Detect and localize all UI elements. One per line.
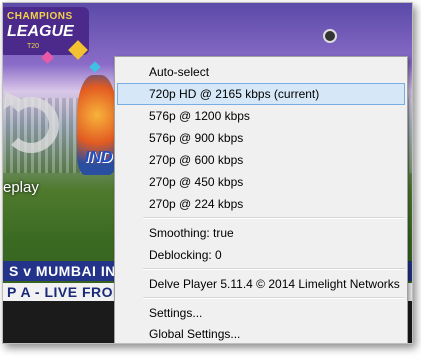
replay-label[interactable]: eplay <box>3 179 39 196</box>
menu-item-270p-450[interactable]: 270p @ 450 kbps <box>117 171 405 193</box>
player-logo-icon <box>323 29 337 43</box>
screenshot-frame: CHAMPIONS LEAGUE T20 IND eplay S v MUMBA… <box>2 2 413 344</box>
menu-item-settings[interactable]: Settings... <box>117 302 405 324</box>
menu-separator <box>143 217 405 219</box>
context-menu: Auto-select 720p HD @ 2165 kbps (current… <box>114 56 408 343</box>
menu-item-270p-224[interactable]: 270p @ 224 kbps <box>117 193 405 215</box>
menu-item-about-player[interactable]: Delve Player 5.11.4 © 2014 Limelight Net… <box>117 273 405 295</box>
ticker-bottom-text: P A - LIVE FROM <box>7 284 126 300</box>
sparkle-icon <box>89 61 101 73</box>
menu-item-global-settings[interactable]: Global Settings... <box>117 323 405 343</box>
league-logo-line3: T20 <box>27 43 40 50</box>
menu-item-270p-600[interactable]: 270p @ 600 kbps <box>117 149 405 171</box>
menu-item-576p-900[interactable]: 576p @ 900 kbps <box>117 127 405 149</box>
league-logo-line1: CHAMPIONS <box>7 11 73 22</box>
menu-item-576p-1200[interactable]: 576p @ 1200 kbps <box>117 105 405 127</box>
menu-item-deblocking[interactable]: Deblocking: 0 <box>117 244 405 266</box>
team-logo-text: IND <box>85 149 113 166</box>
league-logo-line2: LEAGUE <box>7 23 74 40</box>
replay-icon[interactable] <box>3 97 59 153</box>
menu-item-720p[interactable]: 720p HD @ 2165 kbps (current) <box>117 83 405 105</box>
menu-item-smoothing[interactable]: Smoothing: true <box>117 222 405 244</box>
menu-separator <box>143 268 405 270</box>
ticker-top-text: S v MUMBAI IN <box>9 263 116 279</box>
menu-separator <box>143 297 405 299</box>
menu-item-auto-select[interactable]: Auto-select <box>117 61 405 83</box>
